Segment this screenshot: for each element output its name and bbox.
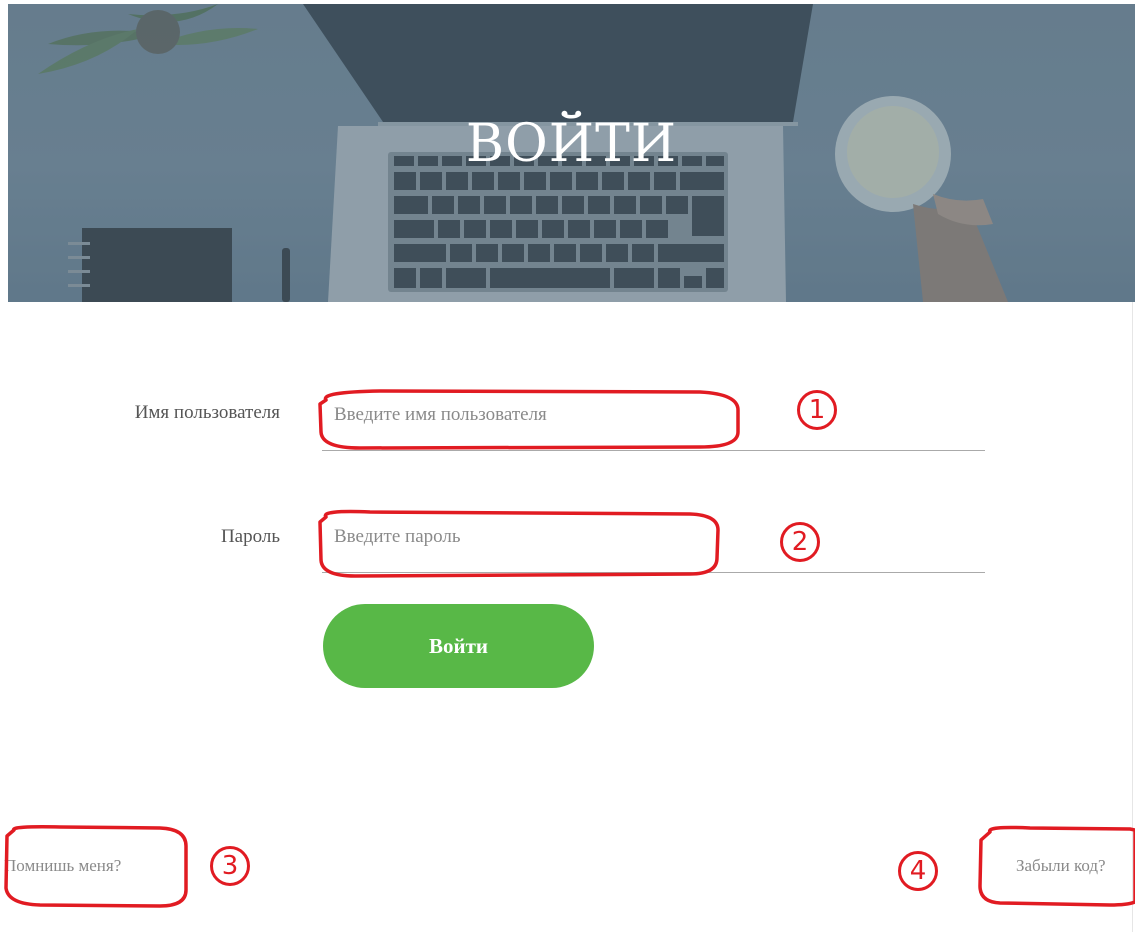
login-page: ВОЙТИ Имя пользователя Пароль Войти Помн… — [0, 0, 1135, 932]
forgot-code-link[interactable]: Забыли код? — [1016, 856, 1106, 876]
password-label: Пароль — [220, 526, 280, 547]
username-input[interactable] — [322, 397, 985, 451]
page-border — [1132, 302, 1133, 932]
remember-me-link[interactable]: Помнишь меня? — [4, 856, 121, 876]
login-button[interactable]: Войти — [323, 604, 594, 688]
annotation-number-1: 1 — [797, 390, 837, 430]
username-label: Имя пользователя — [134, 402, 280, 423]
annotation-number-2: 2 — [780, 522, 820, 562]
hero-banner: ВОЙТИ — [8, 4, 1135, 302]
page-title: ВОЙТИ — [465, 114, 678, 174]
annotation-number-3: 3 — [210, 846, 250, 886]
annotation-number-4: 4 — [898, 851, 938, 891]
password-input[interactable] — [322, 519, 985, 573]
